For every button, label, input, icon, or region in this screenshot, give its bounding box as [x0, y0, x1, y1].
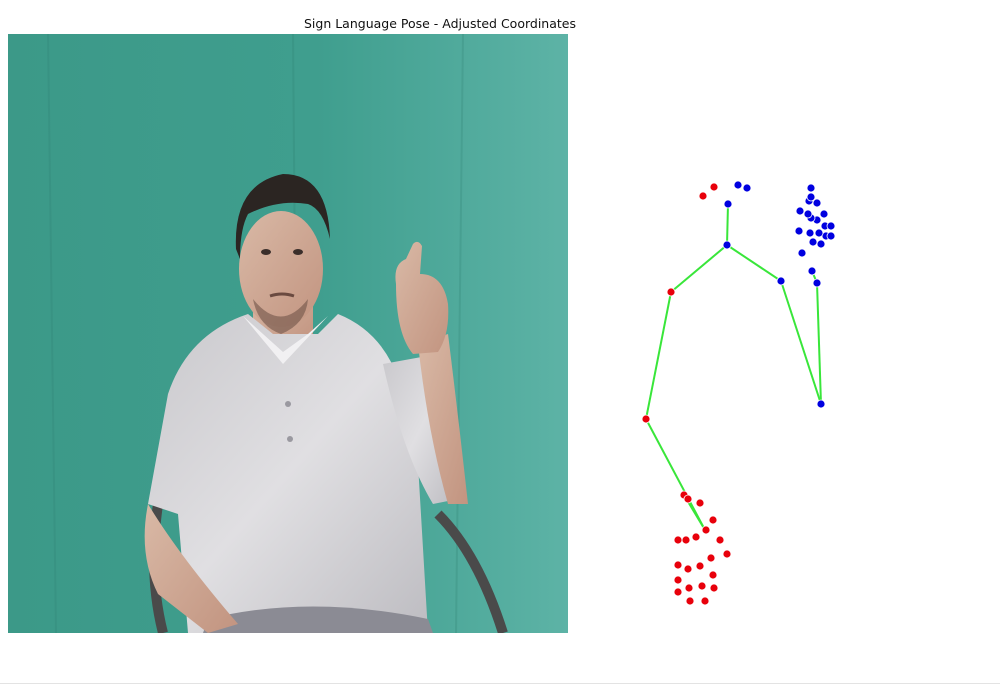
left-hand-keypoint — [722, 549, 732, 559]
shirt-button — [285, 401, 291, 407]
right-hand-keypoint — [816, 239, 826, 249]
left-hand-keypoint — [673, 587, 683, 597]
right-hand-keypoint — [805, 228, 815, 238]
left-hand-keypoint — [700, 596, 710, 606]
figure-title: Sign Language Pose - Adjusted Coordinate… — [303, 16, 576, 31]
right-hand-keypoint — [819, 209, 829, 219]
left-hand-keypoint — [684, 583, 694, 593]
face-keypoint-left — [709, 182, 719, 192]
left-hand-keypoint — [673, 535, 683, 545]
bone-neck-face_center — [726, 203, 729, 246]
face-keypoint-right — [742, 183, 752, 193]
right-hand-keypoint — [826, 221, 836, 231]
shirt-button — [287, 436, 293, 442]
right-hand-keypoint — [803, 209, 813, 219]
left-hand-keypoint — [673, 575, 683, 585]
right-hand-keypoint — [797, 248, 807, 258]
signer-photo-illustration — [8, 34, 568, 633]
right-hand-keypoint — [794, 226, 804, 236]
left-hand-keypoint — [673, 560, 683, 570]
bone-neck-right_shoulder — [726, 244, 782, 282]
left-hand-keypoint — [691, 532, 701, 542]
right-shoulder-keypoint — [776, 276, 786, 286]
left-hand-keypoint — [695, 498, 705, 508]
bone-left_shoulder-left_elbow — [645, 291, 672, 420]
left-hand-keypoint — [709, 583, 719, 593]
bone-neck-left_shoulder — [670, 244, 728, 293]
left-hand-keypoint — [681, 535, 691, 545]
left-hand-keypoint — [715, 535, 725, 545]
right-hand-keypoint — [806, 192, 816, 202]
left-elbow-keypoint — [641, 414, 651, 424]
bone-right_shoulder-right_elbow — [780, 280, 822, 405]
right-hand-keypoint — [808, 237, 818, 247]
right-wrist-keypoint — [812, 278, 822, 288]
face-keypoint-left — [698, 191, 708, 201]
bottom-divider — [0, 683, 1000, 684]
neck-keypoint — [722, 240, 732, 250]
right-hand-keypoint — [806, 183, 816, 193]
right-hand-keypoint — [812, 198, 822, 208]
left-hand-keypoint — [708, 570, 718, 580]
face-keypoint-right — [733, 180, 743, 190]
face — [239, 211, 323, 327]
left-hand-keypoint — [683, 494, 693, 504]
left-hand-keypoint — [708, 515, 718, 525]
left-shoulder-keypoint — [666, 287, 676, 297]
right-hand-keypoint — [795, 206, 805, 216]
eye — [293, 249, 303, 255]
left-hand-keypoint — [683, 564, 693, 574]
right-hand-keypoint — [814, 228, 824, 238]
bone-right_elbow-right_wrist — [816, 282, 822, 405]
left-hand-keypoint — [697, 581, 707, 591]
left-hand-keypoint — [701, 525, 711, 535]
right-elbow-keypoint — [816, 399, 826, 409]
right-hand-keypoint — [807, 266, 817, 276]
left-hand-keypoint — [706, 553, 716, 563]
eye — [261, 249, 271, 255]
face-keypoint-right — [723, 199, 733, 209]
left-hand-keypoint — [685, 596, 695, 606]
right-hand-keypoint — [826, 231, 836, 241]
signer-photo — [8, 34, 568, 633]
pose-skeleton-plot — [641, 180, 836, 606]
left-hand-keypoint — [695, 561, 705, 571]
